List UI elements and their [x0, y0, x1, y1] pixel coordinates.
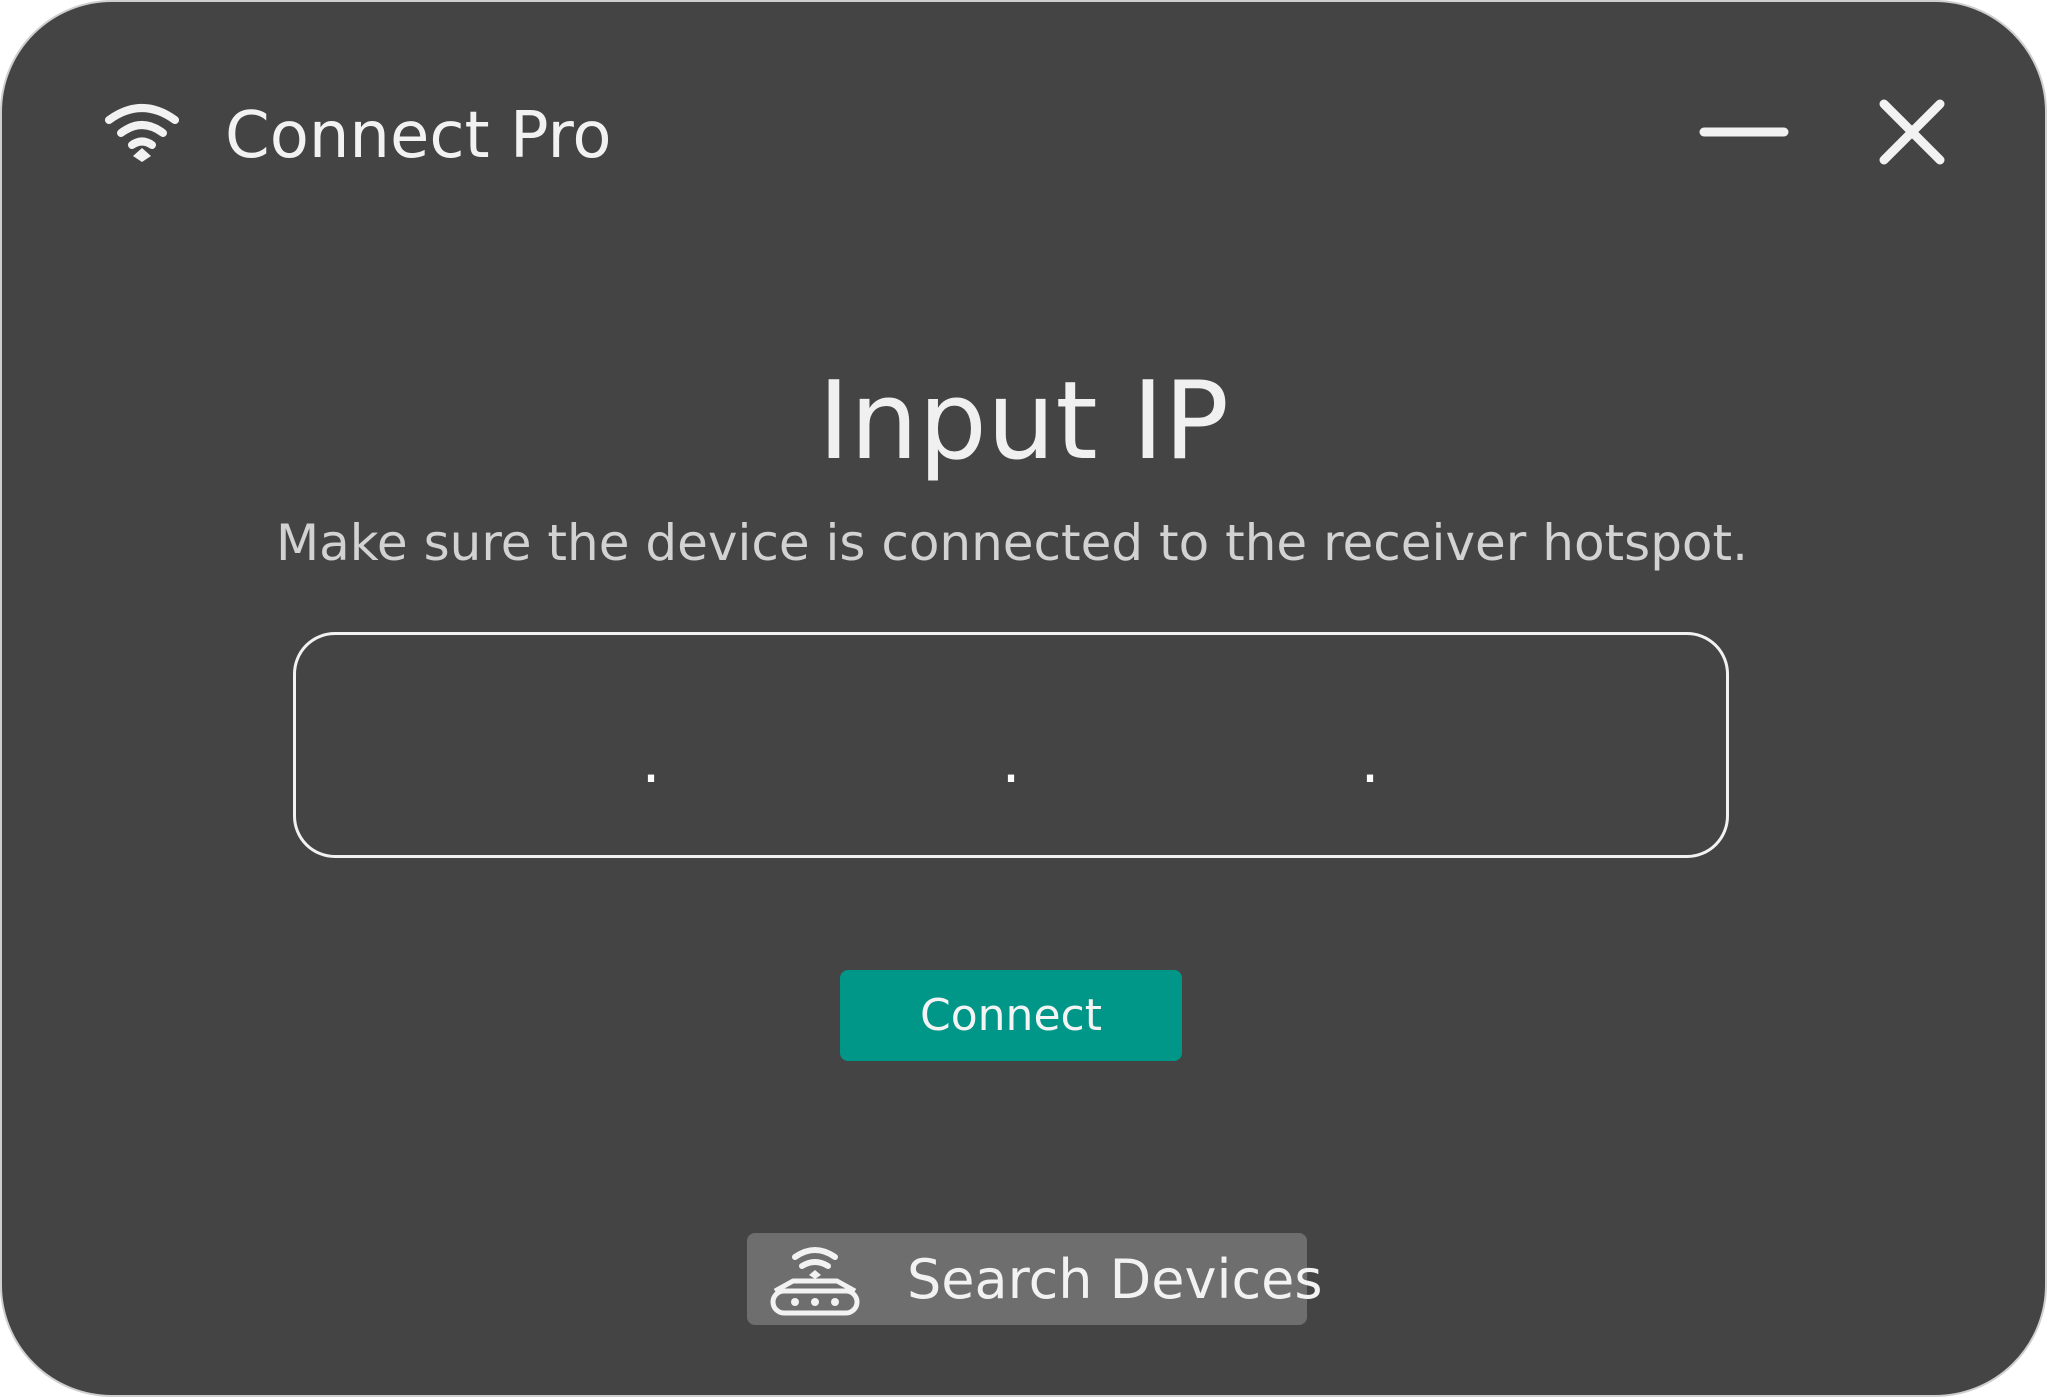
minimize-icon — [1699, 127, 1789, 137]
ip-octet-3-input[interactable] — [1014, 695, 1298, 807]
app-window: Connect Pro Input IP Make sure the devic… — [0, 0, 2047, 1397]
search-devices-label: Search Devices — [907, 1248, 1323, 1311]
ip-separator: . — [641, 727, 661, 797]
page-subtitle: Make sure the device is connected to the… — [275, 514, 1749, 572]
minimize-button[interactable] — [1698, 114, 1790, 150]
ip-octet-2-input[interactable] — [658, 695, 942, 807]
page-title: Input IP — [818, 359, 1229, 484]
close-icon — [1879, 99, 1945, 165]
wifi-icon — [105, 102, 179, 162]
router-icon — [769, 1241, 861, 1317]
ip-separator: . — [1001, 727, 1021, 797]
ip-separator: . — [1360, 727, 1380, 797]
search-devices-button[interactable]: Search Devices — [747, 1233, 1323, 1325]
app-title: Connect Pro — [225, 99, 612, 173]
close-button[interactable] — [1876, 96, 1948, 168]
connect-button[interactable]: Connect — [840, 970, 1182, 1061]
ip-octet-4-input[interactable] — [1372, 695, 1656, 807]
ip-octet-1-input[interactable] — [356, 695, 640, 807]
